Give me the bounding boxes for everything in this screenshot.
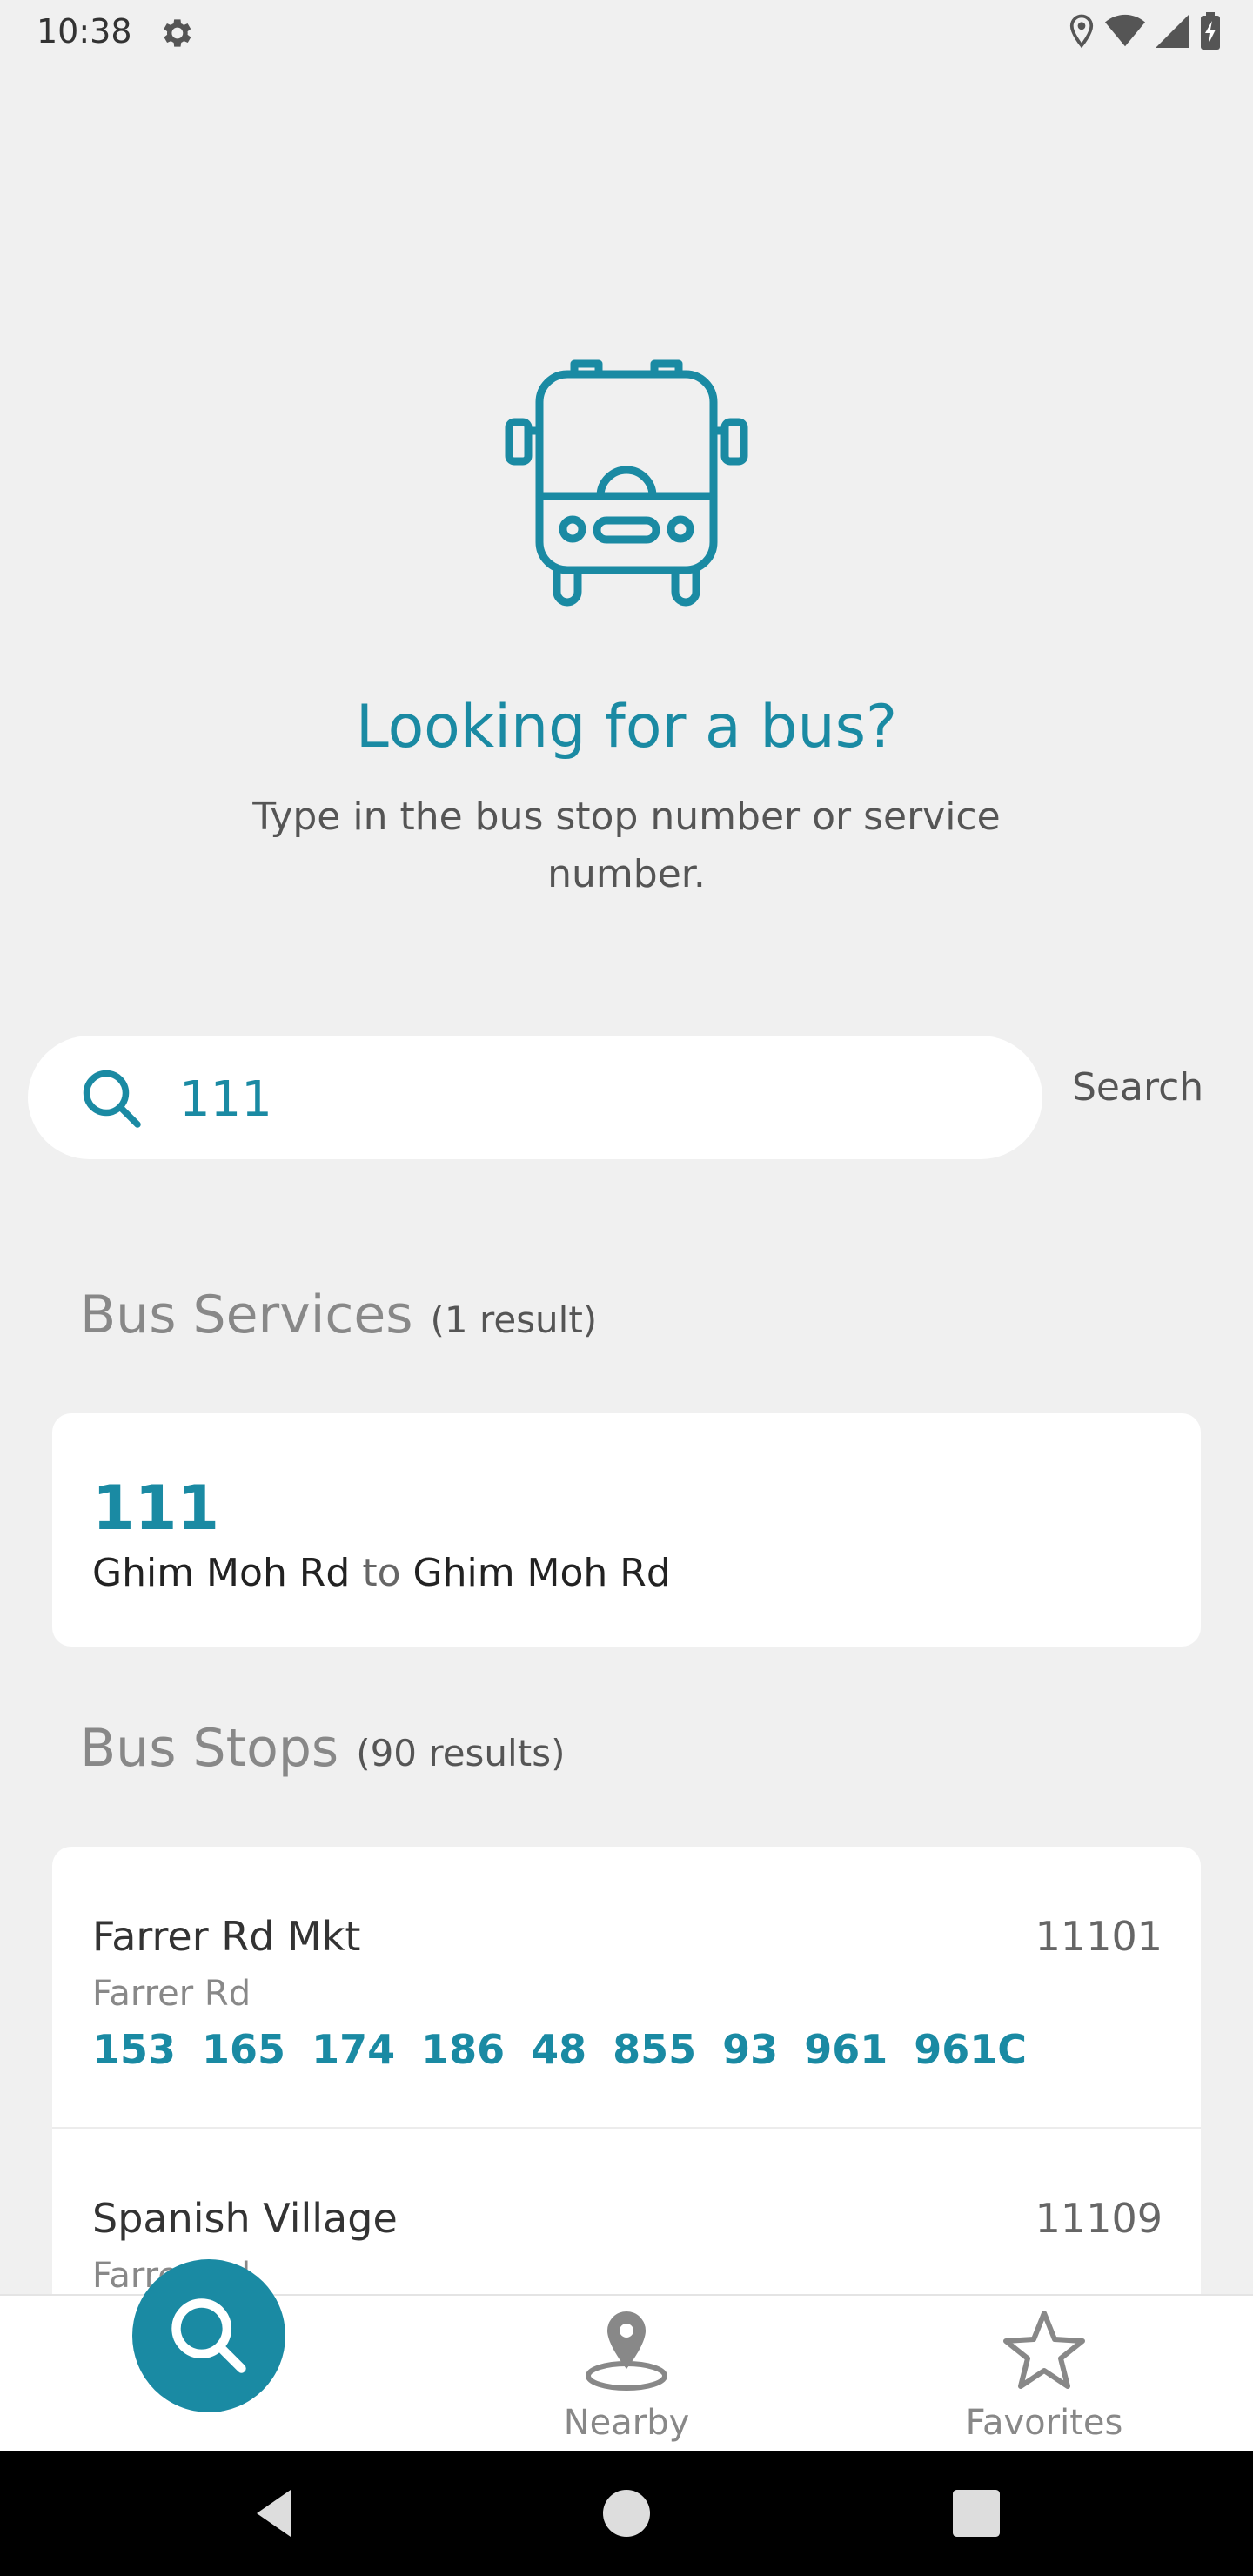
nav-nearby[interactable]: Nearby bbox=[522, 2306, 731, 2443]
settings-gear-icon bbox=[164, 19, 191, 47]
service-tag: 186 bbox=[421, 2026, 506, 2073]
stop-name: Spanish Village bbox=[92, 2195, 398, 2242]
service-tag: 961C bbox=[914, 2026, 1027, 2073]
service-tag: 48 bbox=[531, 2026, 587, 2073]
star-icon bbox=[1003, 2311, 1085, 2389]
route-destination: Ghim Moh Rd bbox=[412, 1551, 671, 1595]
bus-service-card[interactable]: 111 Ghim Moh Rd to Ghim Moh Rd bbox=[52, 1413, 1201, 1647]
signal-icon bbox=[1156, 15, 1189, 48]
status-time: 10:38 bbox=[37, 12, 132, 50]
bus-stop-item[interactable]: Farrer Rd Mkt 11101 Farrer Rd 153 165 17… bbox=[52, 1847, 1201, 2127]
route-to-word: to bbox=[362, 1551, 401, 1595]
nav-label: Nearby bbox=[563, 2403, 690, 2443]
recents-icon[interactable] bbox=[945, 2482, 1008, 2545]
section-title: Bus Stops bbox=[80, 1718, 339, 1779]
nav-favorites[interactable]: Favorites bbox=[940, 2306, 1149, 2443]
service-tag: 93 bbox=[722, 2026, 779, 2073]
stop-services-list: 153 165 174 186 48 855 93 961 961C bbox=[92, 2026, 1027, 2073]
hero-title: Looking for a bus? bbox=[355, 693, 898, 761]
bus-services-header: Bus Services (1 result) bbox=[80, 1285, 597, 1345]
search-input[interactable] bbox=[178, 1057, 999, 1142]
service-tag: 961 bbox=[804, 2026, 888, 2073]
search-icon bbox=[171, 2298, 246, 2373]
service-tag: 165 bbox=[202, 2026, 286, 2073]
stop-road: Farrer Rd bbox=[92, 1974, 251, 2014]
battery-icon bbox=[1201, 12, 1220, 50]
nav-search-button[interactable] bbox=[132, 2259, 285, 2412]
section-title: Bus Services bbox=[80, 1285, 413, 1345]
map-pin-icon bbox=[586, 2311, 667, 2391]
nav-label: Favorites bbox=[965, 2403, 1123, 2443]
home-icon[interactable] bbox=[595, 2482, 658, 2545]
bus-icon bbox=[505, 359, 748, 607]
location-icon bbox=[1069, 14, 1094, 49]
stop-code: 11109 bbox=[1035, 2195, 1163, 2242]
route-origin: Ghim Moh Rd bbox=[92, 1551, 351, 1595]
result-count: (90 results) bbox=[356, 1732, 566, 1774]
bus-stops-header: Bus Stops (90 results) bbox=[80, 1718, 565, 1779]
service-number: 111 bbox=[92, 1472, 220, 1544]
service-tag: 855 bbox=[613, 2026, 697, 2073]
hero-subtitle: Type in the bus stop number or service n… bbox=[252, 795, 1001, 896]
stop-name: Farrer Rd Mkt bbox=[92, 1913, 361, 1960]
service-route: Ghim Moh Rd to Ghim Moh Rd bbox=[92, 1551, 671, 1595]
result-count: (1 result) bbox=[430, 1298, 598, 1341]
status-indicators bbox=[1069, 12, 1222, 50]
search-button[interactable]: Search bbox=[1072, 1065, 1203, 1110]
search-icon bbox=[83, 1070, 141, 1128]
service-tag: 174 bbox=[312, 2026, 396, 2073]
back-icon[interactable] bbox=[244, 2482, 306, 2545]
wifi-icon bbox=[1105, 14, 1145, 47]
service-tag: 153 bbox=[92, 2026, 177, 2073]
stop-code: 11101 bbox=[1035, 1913, 1163, 1960]
search-bar[interactable] bbox=[28, 1036, 1042, 1159]
